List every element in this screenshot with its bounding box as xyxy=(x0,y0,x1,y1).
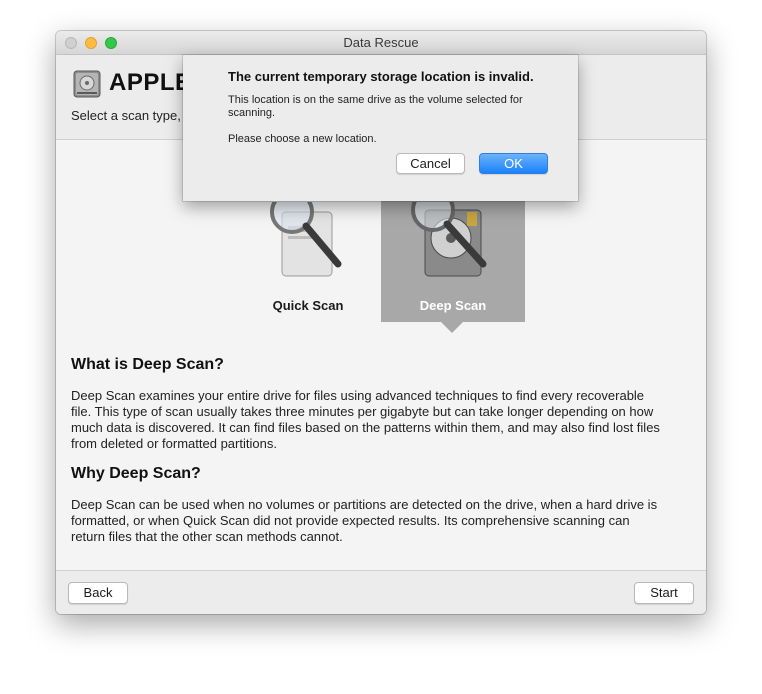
window-title: Data Rescue xyxy=(343,35,419,50)
what-paragraph: Deep Scan examines your entire drive for… xyxy=(71,388,696,452)
dialog-message: This location is on the same drive as th… xyxy=(228,94,558,120)
minimize-window-button[interactable] xyxy=(85,37,97,49)
magnifier-open-hard-drive-icon xyxy=(411,202,487,277)
deep-scan-label: Deep Scan xyxy=(419,298,487,313)
what-line: much data is discovered. It can find fil… xyxy=(71,420,660,435)
why-line: Deep Scan can be used when no volumes or… xyxy=(71,497,658,512)
close-window-button[interactable] xyxy=(65,37,77,49)
ok-button[interactable]: OK xyxy=(479,153,548,174)
footer: Back Start xyxy=(56,570,706,614)
subtitle: Select a scan type, xyxy=(71,108,181,123)
cancel-button[interactable]: Cancel xyxy=(396,153,465,174)
drive-name: APPLE xyxy=(109,69,192,96)
main-content: Quick Scan Deep Scan What is Deep Scan? … xyxy=(56,140,706,570)
why-heading: Why Deep Scan? xyxy=(71,465,201,482)
dialog-title: The current temporary storage location i… xyxy=(228,69,534,84)
what-line: from deleted or formatted partitions. xyxy=(71,436,277,451)
back-button[interactable]: Back xyxy=(68,582,128,604)
zoom-window-button[interactable] xyxy=(105,37,117,49)
what-line: file. This type of scan usually takes th… xyxy=(71,404,654,419)
magnifier-hard-drive-icon xyxy=(270,202,342,277)
dialog-message-line: scanning. xyxy=(228,107,276,119)
alert-dialog: The current temporary storage location i… xyxy=(183,55,578,201)
why-paragraph: Deep Scan can be used when no volumes or… xyxy=(71,497,696,545)
title-bar[interactable]: Data Rescue xyxy=(56,31,706,55)
what-line: Deep Scan examines your entire drive for… xyxy=(71,388,645,403)
selection-pointer xyxy=(441,322,463,333)
why-line: return files that the other scan methods… xyxy=(71,529,343,544)
start-button[interactable]: Start xyxy=(634,582,694,604)
dialog-message-line: This location is on the same drive as th… xyxy=(228,94,523,106)
why-line: formatted, or when Quick Scan did not pr… xyxy=(71,513,630,528)
hard-drive-icon xyxy=(73,70,101,98)
what-heading: What is Deep Scan? xyxy=(71,356,224,373)
dialog-message-2: Please choose a new location. xyxy=(228,133,377,145)
quick-scan-label: Quick Scan xyxy=(272,298,344,313)
